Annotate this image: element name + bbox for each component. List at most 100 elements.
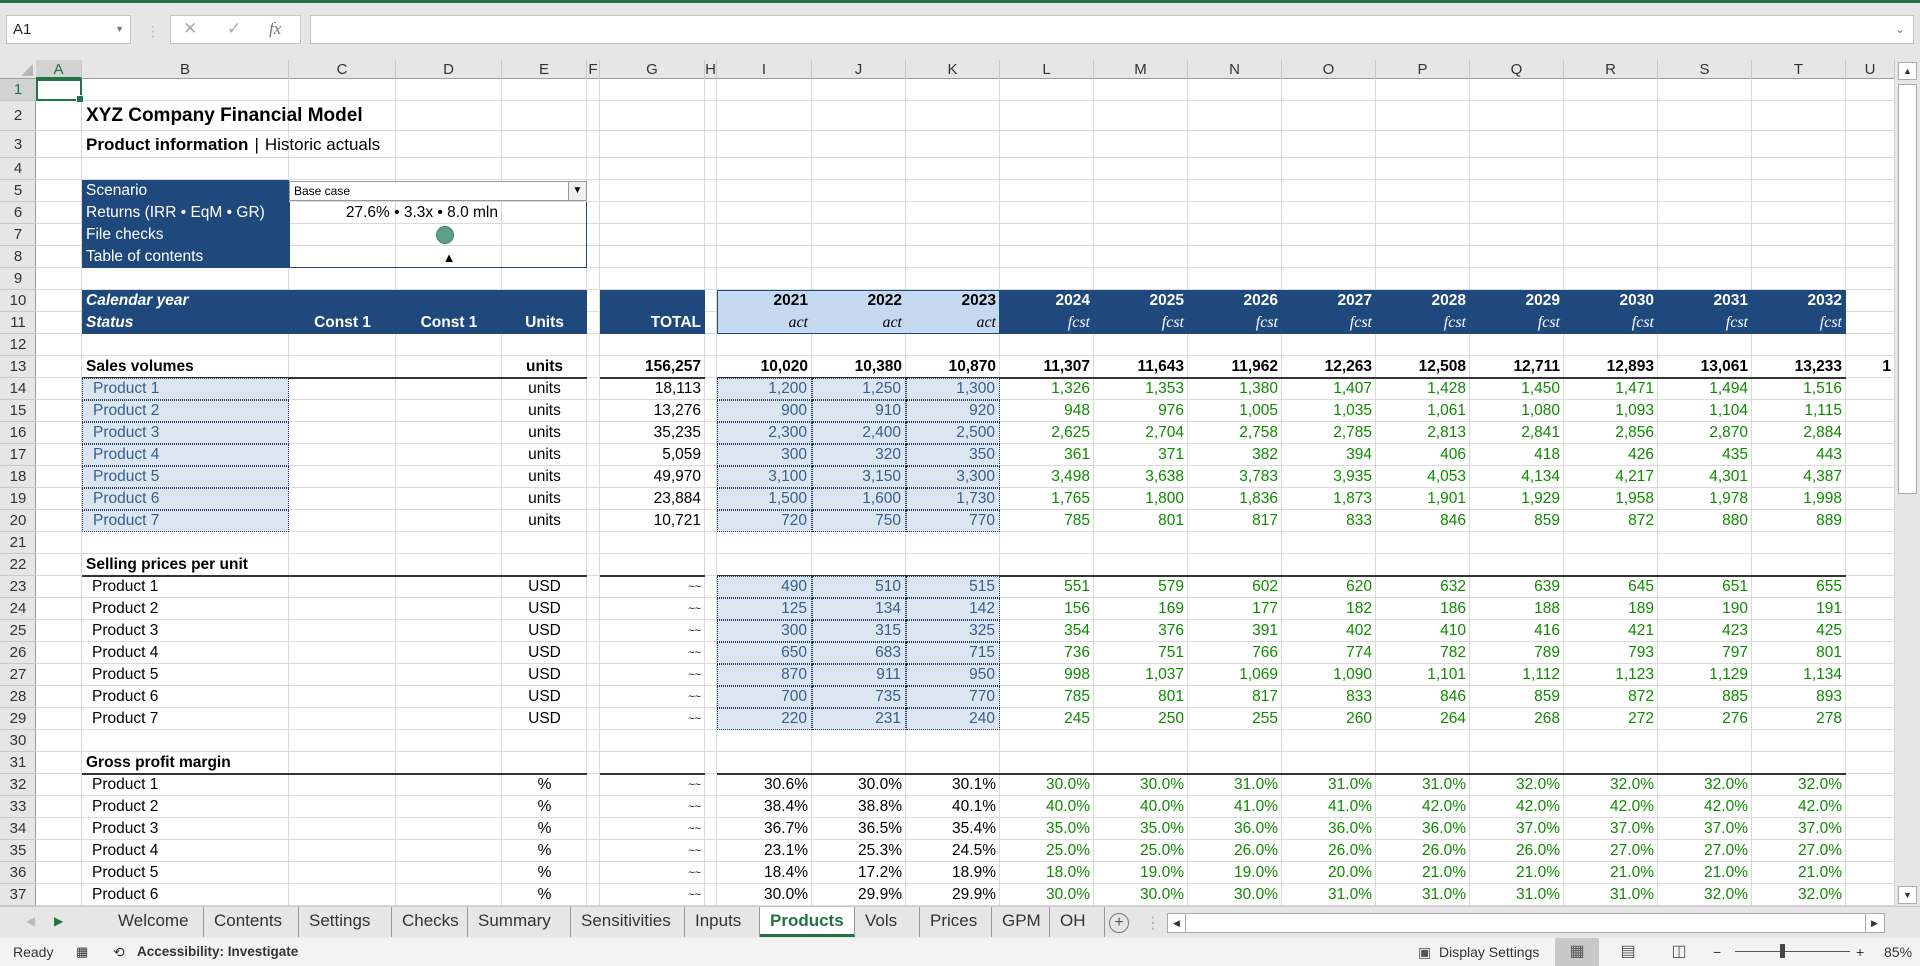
actual-value[interactable]: 30.0%: [717, 884, 812, 906]
status-cell[interactable]: fcst: [1470, 312, 1564, 334]
forecast-value[interactable]: 2,841: [1470, 422, 1564, 444]
forecast-value[interactable]: 3,638: [1094, 466, 1188, 488]
forecast-value[interactable]: 18.0%: [1000, 862, 1094, 884]
forecast-value[interactable]: 4,053: [1376, 466, 1470, 488]
product-units[interactable]: %: [502, 818, 587, 840]
sheet-tab-checks[interactable]: Checks: [392, 907, 468, 937]
forecast-value[interactable]: 264: [1376, 708, 1470, 730]
actual-value[interactable]: 300: [717, 620, 812, 642]
year-header[interactable]: 2026: [1188, 290, 1282, 312]
forecast-value[interactable]: 859: [1470, 510, 1564, 532]
forecast-value[interactable]: 268: [1470, 708, 1564, 730]
accessibility-icon[interactable]: ⟲: [113, 944, 125, 961]
actual-value[interactable]: 30.6%: [717, 774, 812, 796]
forecast-value[interactable]: 42.0%: [1752, 796, 1846, 818]
row-header-16[interactable]: 16: [0, 422, 36, 444]
toc-link-icon[interactable]: ▲: [396, 246, 502, 268]
column-header-M[interactable]: M: [1094, 60, 1188, 79]
row-header-3[interactable]: 3: [0, 131, 36, 158]
actual-value[interactable]: 3,150: [812, 466, 906, 488]
forecast-value[interactable]: 37.0%: [1658, 818, 1752, 840]
forecast-value[interactable]: 1,093: [1564, 400, 1658, 422]
forecast-value[interactable]: 21.0%: [1470, 862, 1564, 884]
enter-icon[interactable]: ✓: [227, 19, 241, 39]
forecast-value[interactable]: 620: [1282, 576, 1376, 598]
product-name[interactable]: Product 6: [82, 488, 289, 510]
forecast-value[interactable]: 260: [1282, 708, 1376, 730]
forecast-value[interactable]: 30.0%: [1000, 884, 1094, 906]
section-total-value[interactable]: 12,893: [1564, 356, 1658, 378]
actual-value[interactable]: 18.4%: [717, 862, 812, 884]
forecast-value[interactable]: 443: [1752, 444, 1846, 466]
actual-value[interactable]: 30.1%: [906, 774, 1000, 796]
forecast-value[interactable]: 435: [1658, 444, 1752, 466]
year-header[interactable]: 2024: [1000, 290, 1094, 312]
column-header-I[interactable]: I: [717, 60, 812, 79]
forecast-value[interactable]: 889: [1752, 510, 1846, 532]
product-total[interactable]: ~~: [600, 862, 705, 884]
actual-value[interactable]: 25.3%: [812, 840, 906, 862]
forecast-value[interactable]: 998: [1000, 664, 1094, 686]
actual-value[interactable]: 300: [717, 444, 812, 466]
forecast-value[interactable]: 31.0%: [1376, 884, 1470, 906]
row-header-2[interactable]: 2: [0, 101, 36, 131]
forecast-value[interactable]: 4,134: [1470, 466, 1564, 488]
sheet-title[interactable]: XYZ Company Financial Model: [82, 101, 587, 131]
forecast-value[interactable]: 21.0%: [1752, 862, 1846, 884]
row-header-23[interactable]: 23: [0, 576, 36, 598]
forecast-value[interactable]: 3,783: [1188, 466, 1282, 488]
section-total-value[interactable]: 11,307: [1000, 356, 1094, 378]
forecast-value[interactable]: 25.0%: [1094, 840, 1188, 862]
product-name[interactable]: Product 5: [82, 862, 289, 884]
row-header-34[interactable]: 34: [0, 818, 36, 840]
forecast-value[interactable]: 639: [1470, 576, 1564, 598]
product-total[interactable]: 23,884: [600, 488, 705, 510]
product-name[interactable]: Product 7: [82, 708, 289, 730]
actual-value[interactable]: 17.2%: [812, 862, 906, 884]
actual-value[interactable]: 910: [812, 400, 906, 422]
product-name[interactable]: Product 3: [82, 422, 289, 444]
forecast-value[interactable]: 2,758: [1188, 422, 1282, 444]
forecast-value[interactable]: 602: [1188, 576, 1282, 598]
row-header-22[interactable]: 22: [0, 554, 36, 576]
column-header-R[interactable]: R: [1564, 60, 1658, 79]
page-layout-view-button[interactable]: ▤: [1606, 938, 1650, 966]
row-header-35[interactable]: 35: [0, 840, 36, 862]
year-header[interactable]: 2027: [1282, 290, 1376, 312]
forecast-value[interactable]: 32.0%: [1752, 884, 1846, 906]
forecast-value[interactable]: 31.0%: [1282, 774, 1376, 796]
row-header-6[interactable]: 6: [0, 202, 36, 224]
forecast-value[interactable]: 421: [1564, 620, 1658, 642]
forecast-value[interactable]: 426: [1564, 444, 1658, 466]
forecast-value[interactable]: 423: [1658, 620, 1752, 642]
row-header-10[interactable]: 10: [0, 290, 36, 312]
product-name[interactable]: Product 7: [82, 510, 289, 532]
product-name[interactable]: Product 4: [82, 444, 289, 466]
forecast-value[interactable]: 766: [1188, 642, 1282, 664]
actual-value[interactable]: 3,100: [717, 466, 812, 488]
formula-input[interactable]: ⌄: [310, 15, 1914, 44]
forecast-value[interactable]: 880: [1658, 510, 1752, 532]
forecast-value[interactable]: 4,301: [1658, 466, 1752, 488]
forecast-value[interactable]: 406: [1376, 444, 1470, 466]
forecast-value[interactable]: 255: [1188, 708, 1282, 730]
forecast-value[interactable]: 551: [1000, 576, 1094, 598]
actual-value[interactable]: 125: [717, 598, 812, 620]
forecast-value[interactable]: 2,870: [1658, 422, 1752, 444]
actual-value[interactable]: 2,400: [812, 422, 906, 444]
sheet-tab-contents[interactable]: Contents: [204, 907, 299, 937]
actual-value[interactable]: 1,250: [812, 378, 906, 400]
status-cell[interactable]: fcst: [1188, 312, 1282, 334]
forecast-value[interactable]: 35.0%: [1000, 818, 1094, 840]
forecast-value[interactable]: 21.0%: [1564, 862, 1658, 884]
forecast-value[interactable]: 655: [1752, 576, 1846, 598]
forecast-value[interactable]: 2,884: [1752, 422, 1846, 444]
actual-value[interactable]: 1,600: [812, 488, 906, 510]
row-header-24[interactable]: 24: [0, 598, 36, 620]
tab-prev-icon[interactable]: ◀: [26, 914, 35, 928]
sheet-tab-welcome[interactable]: Welcome: [108, 907, 204, 937]
row-header-19[interactable]: 19: [0, 488, 36, 510]
forecast-value[interactable]: 32.0%: [1564, 774, 1658, 796]
forecast-value[interactable]: 4,217: [1564, 466, 1658, 488]
returns-label[interactable]: Returns (IRR • EqM • GR): [82, 202, 289, 224]
